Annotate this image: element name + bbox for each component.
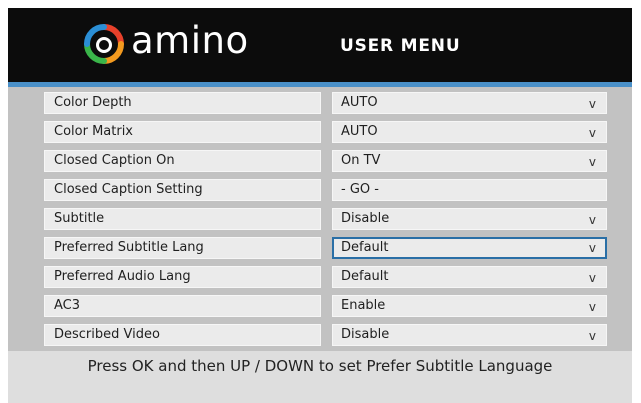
menu-row-closed-caption-on[interactable]: Closed Caption On On TV v bbox=[8, 150, 632, 172]
help-footer: Press OK and then UP / DOWN to set Prefe… bbox=[8, 351, 632, 403]
setting-value-dropdown[interactable]: AUTO v bbox=[332, 92, 607, 114]
setting-value-dropdown[interactable]: Disable v bbox=[332, 324, 607, 346]
chevron-down-icon: v bbox=[588, 329, 596, 343]
setting-value-dropdown[interactable]: Disable v bbox=[332, 208, 607, 230]
setting-value: - GO - bbox=[341, 182, 379, 197]
menu-row-color-matrix[interactable]: Color Matrix AUTO v bbox=[8, 121, 632, 143]
setting-value: AUTO bbox=[341, 124, 378, 139]
setting-label: AC3 bbox=[44, 295, 321, 317]
settings-panel: Color Depth AUTO v Color Matrix AUTO v C… bbox=[8, 87, 632, 351]
setting-value: On TV bbox=[341, 153, 381, 168]
header-bar: amino USER MENU bbox=[8, 8, 632, 82]
setting-value-dropdown[interactable]: AUTO v bbox=[332, 121, 607, 143]
menu-row-described-video[interactable]: Described Video Disable v bbox=[8, 324, 632, 346]
setting-value-dropdown-selected[interactable]: Default v bbox=[332, 237, 607, 259]
setting-value: Disable bbox=[341, 327, 390, 342]
setting-label: Preferred Audio Lang bbox=[44, 266, 321, 288]
setting-label: Preferred Subtitle Lang bbox=[44, 237, 321, 259]
go-button[interactable]: - GO - bbox=[332, 179, 607, 201]
setting-value-dropdown[interactable]: On TV v bbox=[332, 150, 607, 172]
setting-label: Color Depth bbox=[44, 92, 321, 114]
setting-value: Disable bbox=[341, 211, 390, 226]
setting-value: AUTO bbox=[341, 95, 378, 110]
menu-row-preferred-audio-lang[interactable]: Preferred Audio Lang Default v bbox=[8, 266, 632, 288]
chevron-down-icon: v bbox=[588, 241, 596, 255]
menu-row-closed-caption-setting[interactable]: Closed Caption Setting - GO - bbox=[8, 179, 632, 201]
setting-value-dropdown[interactable]: Enable v bbox=[332, 295, 607, 317]
menu-row-subtitle[interactable]: Subtitle Disable v bbox=[8, 208, 632, 230]
user-menu-screen: amino USER MENU Color Depth AUTO v Color… bbox=[0, 0, 641, 403]
page-title: USER MENU bbox=[340, 36, 461, 56]
chevron-down-icon: v bbox=[588, 155, 596, 169]
menu-row-preferred-subtitle-lang[interactable]: Preferred Subtitle Lang Default v bbox=[8, 237, 632, 259]
brand-name: amino bbox=[131, 19, 249, 62]
menu-row-color-depth[interactable]: Color Depth AUTO v bbox=[8, 92, 632, 114]
setting-label: Closed Caption On bbox=[44, 150, 321, 172]
chevron-down-icon: v bbox=[588, 126, 596, 140]
setting-value-dropdown[interactable]: Default v bbox=[332, 266, 607, 288]
amino-swirl-icon bbox=[84, 24, 124, 64]
setting-label: Closed Caption Setting bbox=[44, 179, 321, 201]
setting-value: Default bbox=[341, 269, 389, 284]
chevron-down-icon: v bbox=[588, 271, 596, 285]
setting-label: Described Video bbox=[44, 324, 321, 346]
setting-label: Color Matrix bbox=[44, 121, 321, 143]
chevron-down-icon: v bbox=[588, 97, 596, 111]
setting-value: Default bbox=[341, 240, 389, 255]
chevron-down-icon: v bbox=[588, 300, 596, 314]
menu-row-ac3[interactable]: AC3 Enable v bbox=[8, 295, 632, 317]
chevron-down-icon: v bbox=[588, 213, 596, 227]
setting-value: Enable bbox=[341, 298, 386, 313]
help-text: Press OK and then UP / DOWN to set Prefe… bbox=[87, 357, 553, 375]
setting-label: Subtitle bbox=[44, 208, 321, 230]
